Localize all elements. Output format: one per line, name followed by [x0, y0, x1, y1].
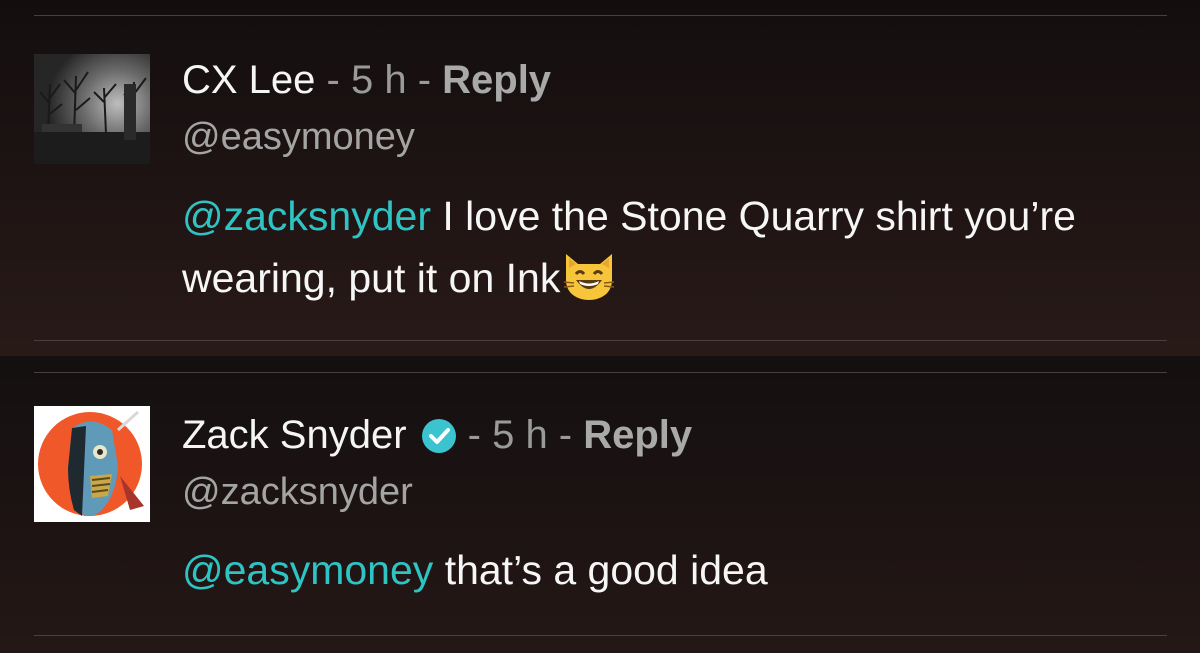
- author-handle[interactable]: @easymoney: [182, 115, 415, 159]
- comment-text: @zacksnyder I love the Stone Quarry shir…: [182, 186, 1172, 308]
- mention-link[interactable]: @zacksnyder: [182, 193, 431, 239]
- avatar[interactable]: [34, 406, 150, 522]
- author-name[interactable]: CX Lee: [182, 56, 315, 104]
- comment-header: CX Lee - 5 h - Reply: [182, 56, 551, 104]
- divider: [34, 372, 1167, 373]
- reply-button[interactable]: Reply: [442, 56, 551, 104]
- separator: -: [406, 58, 443, 102]
- grinning-cat-icon: [560, 246, 618, 300]
- verified-badge-icon: [421, 417, 457, 453]
- timestamp: 5 h: [492, 413, 548, 457]
- mention-link[interactable]: @easymoney: [182, 547, 433, 593]
- author-handle[interactable]: @zacksnyder: [182, 470, 413, 514]
- separator: -: [456, 413, 493, 457]
- author-name[interactable]: Zack Snyder: [182, 411, 407, 459]
- comment-text: @easymoney that’s a good idea: [182, 540, 1172, 600]
- comment-body: that’s a good idea: [433, 547, 768, 593]
- divider: [34, 635, 1167, 636]
- timestamp: 5 h: [350, 58, 407, 102]
- avatar[interactable]: [34, 54, 150, 164]
- comment-header: Zack Snyder - 5 h - Reply: [182, 411, 692, 459]
- avatar-image: [34, 406, 150, 522]
- divider: [34, 15, 1167, 16]
- separator: -: [315, 58, 351, 102]
- separator: -: [547, 413, 584, 457]
- divider: [34, 340, 1167, 341]
- comment-item: Zack Snyder - 5 h - Reply @zacksnyder @e…: [0, 356, 1200, 653]
- avatar-image: [34, 54, 150, 164]
- reply-button[interactable]: Reply: [583, 411, 692, 459]
- comment-item: CX Lee - 5 h - Reply @easymoney @zacksny…: [0, 0, 1200, 356]
